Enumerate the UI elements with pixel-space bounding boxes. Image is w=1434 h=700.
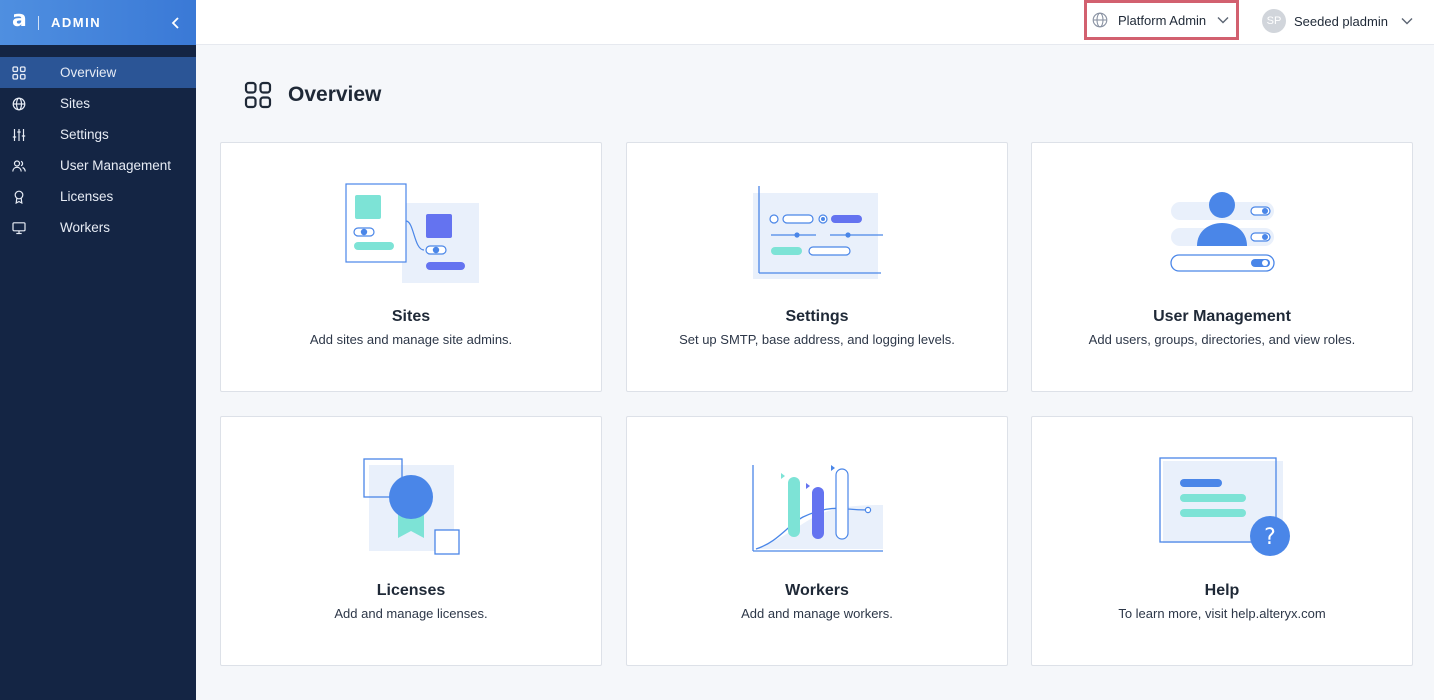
user-management-card[interactable]: User Management Add users, groups, direc… — [1031, 142, 1413, 392]
sidebar-item-label: Overview — [60, 65, 117, 80]
licenses-card[interactable]: Licenses Add and manage licenses. — [220, 416, 602, 666]
globe-icon — [0, 97, 60, 111]
help-illustration: ? — [1159, 457, 1290, 556]
sidebar-item-label: Settings — [60, 127, 109, 142]
sites-illustration — [345, 183, 479, 283]
sidebar-item-workers[interactable]: Workers — [0, 212, 196, 243]
sidebar-item-label: Sites — [60, 96, 91, 111]
sites-card[interactable]: Sites Add sites and manage site admins. — [220, 142, 602, 392]
workers-card[interactable]: Workers Add and manage workers. — [626, 416, 1008, 666]
card-description: Add sites and manage site admins. — [309, 332, 513, 347]
sidebar-item-overview[interactable]: Overview — [0, 57, 196, 88]
user-menu[interactable]: SP Seeded pladmin — [1262, 8, 1414, 34]
svg-text:?: ? — [1264, 525, 1276, 550]
sidebar-header: a ADMIN — [0, 0, 196, 45]
sidebar: a ADMIN Overview Sites Settings User Man… — [0, 0, 196, 700]
section-title: ADMIN — [51, 15, 102, 30]
monitor-icon — [0, 221, 60, 235]
sidebar-item-label: Workers — [60, 220, 111, 235]
avatar: SP — [1262, 9, 1286, 33]
users-icon — [0, 159, 60, 173]
card-title: User Management — [1153, 308, 1291, 325]
card-title: Licenses — [376, 582, 446, 599]
collapse-sidebar-button[interactable] — [168, 15, 184, 31]
card-description: Add and manage licenses. — [334, 606, 488, 621]
licenses-illustration — [363, 458, 460, 555]
sidebar-item-sites[interactable]: Sites — [0, 88, 196, 119]
grid-icon — [0, 65, 60, 80]
chevron-left-icon — [171, 16, 179, 29]
page-title: Overview — [288, 83, 382, 106]
sidebar-item-label: Licenses — [60, 189, 114, 204]
card-description: Set up SMTP, base address, and logging l… — [679, 332, 955, 347]
card-title: Help — [1204, 582, 1240, 599]
sidebar-item-settings[interactable]: Settings — [0, 119, 196, 150]
card-title: Workers — [785, 582, 849, 599]
alteryx-logo[interactable]: a — [12, 8, 27, 31]
card-description: To learn more, visit help.alteryx.com — [1118, 606, 1326, 621]
settings-illustration — [753, 186, 883, 279]
chevron-down-icon — [1217, 17, 1229, 24]
context-label: Platform Admin — [1118, 12, 1207, 28]
card-title: Settings — [785, 308, 849, 325]
page-header: Overview — [244, 81, 381, 109]
card-title: Sites — [391, 308, 431, 325]
context-switcher-dropdown[interactable]: Platform Admin — [1084, 0, 1239, 40]
user-name: Seeded pladmin — [1294, 13, 1388, 29]
award-icon — [0, 190, 60, 204]
top-bar: Platform Admin SP Seeded pladmin — [196, 0, 1434, 45]
card-description: Add users, groups, directories, and view… — [1088, 332, 1356, 347]
header-divider — [38, 15, 39, 30]
card-description: Add and manage workers. — [741, 606, 893, 621]
sidebar-nav: Overview Sites Settings User Management … — [0, 57, 196, 243]
sliders-icon — [0, 128, 60, 142]
help-card[interactable]: ? Help To learn more, visit help.alteryx… — [1031, 416, 1413, 666]
sidebar-item-user-management[interactable]: User Management — [0, 150, 196, 181]
chevron-down-icon — [1401, 18, 1413, 25]
sidebar-item-label: User Management — [60, 158, 172, 173]
workers-illustration — [752, 465, 883, 552]
grid-icon — [244, 81, 272, 109]
sidebar-item-licenses[interactable]: Licenses — [0, 181, 196, 212]
globe-icon — [1092, 12, 1108, 28]
settings-card[interactable]: Settings Set up SMTP, base address, and … — [626, 142, 1008, 392]
user-management-illustration — [1170, 192, 1275, 272]
